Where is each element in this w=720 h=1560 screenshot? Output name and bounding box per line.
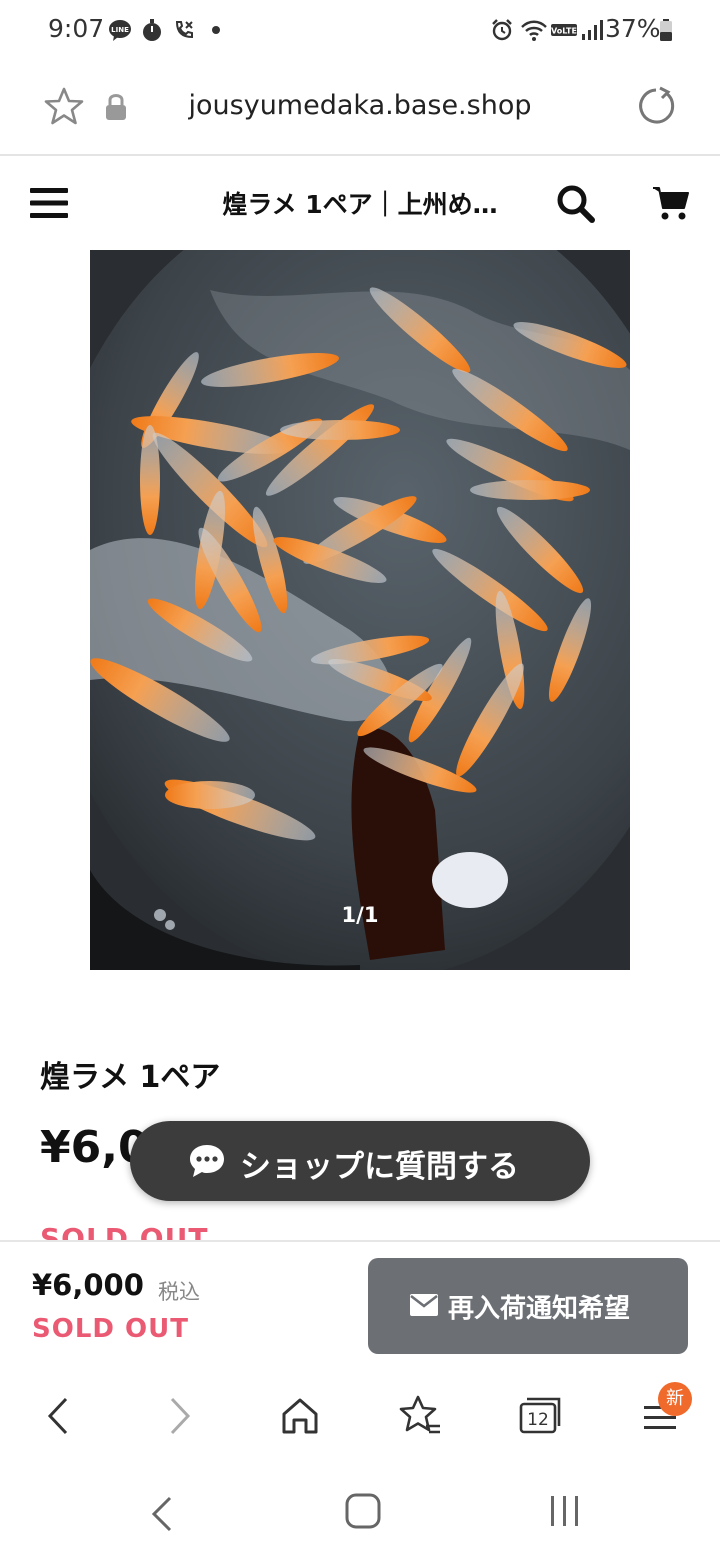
ask-shop-button[interactable]: ショップに質問する: [130, 1121, 590, 1201]
image-counter: 1/1: [342, 903, 379, 927]
svg-text:VoLTE: VoLTE: [551, 27, 577, 36]
home-icon[interactable]: [280, 1396, 320, 1436]
menu-new-badge: 新: [658, 1382, 692, 1416]
shop-header: 煌ラメ 1ペア｜上州め…: [0, 156, 720, 248]
signal-icon: [582, 20, 603, 40]
bookmarks-icon[interactable]: [398, 1394, 442, 1438]
hamburger-menu-icon[interactable]: [30, 186, 68, 220]
mail-icon: [410, 1294, 438, 1316]
system-recents-icon[interactable]: [548, 1494, 582, 1528]
cart-icon[interactable]: [652, 184, 690, 222]
system-nav-bar: [0, 1466, 720, 1560]
browser-url-bar: jousyumedaka.base.shop: [0, 60, 720, 156]
wifi-icon: [521, 20, 547, 41]
battery-percentage: 37%: [605, 14, 661, 43]
ask-shop-label: ショップに質問する: [240, 1149, 519, 1185]
purchase-bar: ¥6,000 税込 SOLD OUT 再入荷通知希望: [0, 1240, 720, 1372]
search-icon[interactable]: [556, 184, 596, 224]
tabs-icon[interactable]: 12: [518, 1396, 562, 1436]
restock-notify-label: 再入荷通知希望: [448, 1294, 631, 1324]
tax-included-label: 税込: [158, 1280, 200, 1304]
alarm-icon: [492, 19, 512, 41]
bar-sold-out: SOLD OUT: [32, 1314, 189, 1344]
system-back-icon[interactable]: [148, 1494, 176, 1534]
bar-price: ¥6,000: [32, 1268, 144, 1302]
system-home-icon[interactable]: [344, 1492, 382, 1530]
line-icon: LINE: [109, 20, 131, 41]
volte-icon: VoLTE: [551, 24, 577, 36]
url-text[interactable]: jousyumedaka.base.shop: [0, 90, 720, 121]
battery-icon: [660, 19, 672, 41]
status-time: 9:07: [48, 14, 105, 43]
forward-arrow-icon[interactable]: [164, 1396, 196, 1436]
call-icon: [175, 21, 193, 39]
tab-count: 12: [527, 1410, 549, 1430]
product-name: 煌ラメ 1ペア: [40, 1060, 221, 1095]
shop-page-title: 煌ラメ 1ペア｜上州め…: [222, 190, 498, 219]
svg-text:LINE: LINE: [111, 26, 129, 34]
reload-icon[interactable]: [636, 86, 676, 126]
back-arrow-icon[interactable]: [42, 1396, 74, 1436]
status-bar: 9:07 LINE VoLTE 37%: [0, 0, 720, 60]
restock-notify-button[interactable]: 再入荷通知希望: [368, 1258, 688, 1354]
chat-bubble-icon: [190, 1145, 224, 1177]
dot-icon: [212, 26, 220, 34]
stopwatch-icon: [143, 19, 161, 41]
product-photo-fish: 1/1: [90, 250, 630, 970]
product-image[interactable]: 1/1: [90, 250, 630, 970]
browser-nav-bar: 12 新: [0, 1370, 720, 1466]
